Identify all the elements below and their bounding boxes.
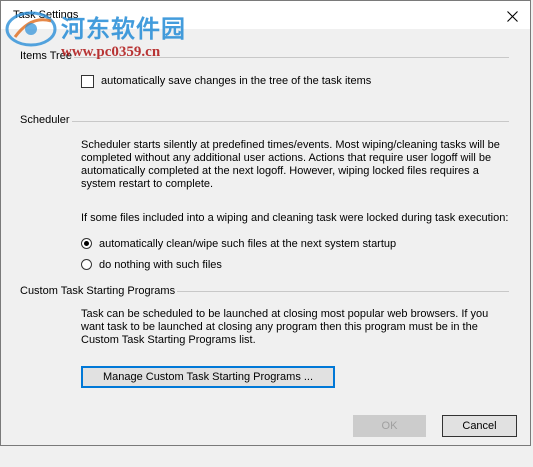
manage-custom-programs-button[interactable]: Manage Custom Task Starting Programs ... xyxy=(81,366,335,388)
watermark-url: www.pc0359.cn xyxy=(61,44,161,60)
task-settings-dialog: Task Settings Items Tree automatically s… xyxy=(0,0,531,446)
scheduler-divider xyxy=(71,121,509,122)
items-tree-divider xyxy=(73,57,509,58)
ok-button[interactable]: OK xyxy=(353,415,426,437)
autosave-checkbox[interactable] xyxy=(81,75,94,88)
radio-clean-at-startup[interactable] xyxy=(81,238,92,249)
locked-files-prompt: If some files included into a wiping and… xyxy=(81,212,509,224)
custom-programs-divider xyxy=(177,291,509,292)
radio-do-nothing-label[interactable]: do nothing with such files xyxy=(99,259,222,271)
custom-programs-description: Task can be scheduled to be launched at … xyxy=(81,308,489,346)
title-bar[interactable]: Task Settings xyxy=(1,1,530,29)
custom-programs-label: Custom Task Starting Programs xyxy=(20,285,178,297)
cancel-button[interactable]: Cancel xyxy=(442,415,517,437)
autosave-label[interactable]: automatically save changes in the tree o… xyxy=(101,75,371,87)
items-tree-label: Items Tree xyxy=(20,50,74,62)
window-title: Task Settings xyxy=(13,9,79,21)
close-icon xyxy=(506,10,518,22)
close-button[interactable] xyxy=(498,5,526,27)
radio-clean-at-startup-label[interactable]: automatically clean/wipe such files at t… xyxy=(99,238,396,250)
scheduler-description: Scheduler starts silently at predefined … xyxy=(81,139,500,190)
scheduler-label: Scheduler xyxy=(20,114,72,126)
radio-do-nothing[interactable] xyxy=(81,259,92,270)
